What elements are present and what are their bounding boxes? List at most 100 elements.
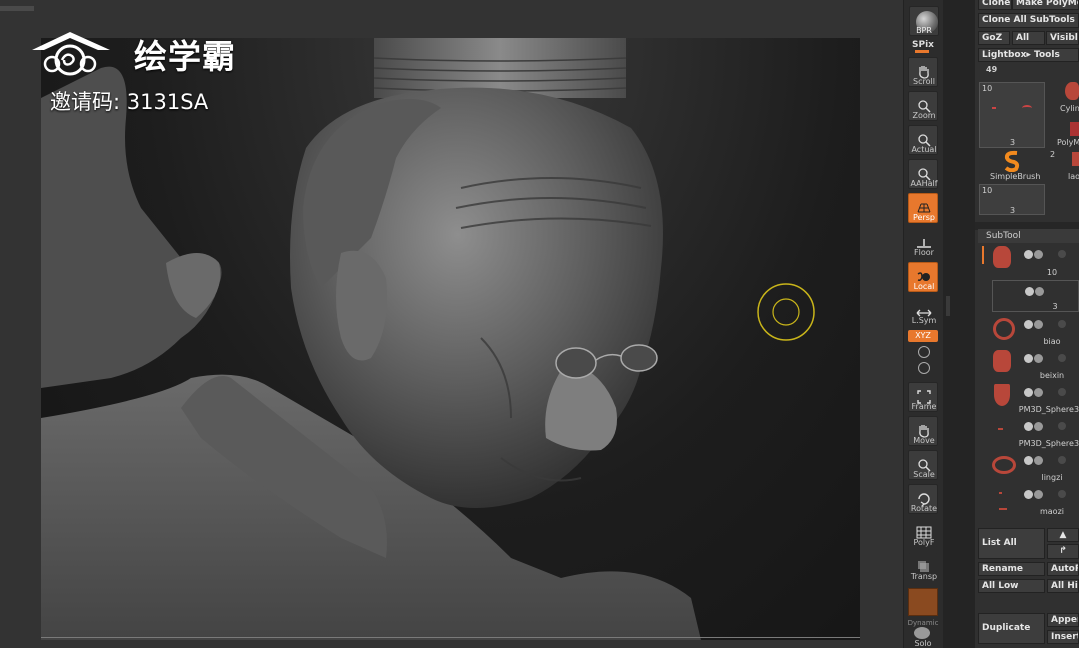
- polypaint-toggle-icon[interactable]: [1034, 388, 1043, 397]
- folder-toggle-icon[interactable]: [1058, 490, 1066, 498]
- folder-toggle-icon[interactable]: [1058, 320, 1066, 328]
- clone-button[interactable]: Clone: [978, 0, 1012, 10]
- polypaint-toggle-icon[interactable]: [1035, 287, 1044, 296]
- visibility-toggle-icon[interactable]: [1024, 490, 1033, 499]
- subtool-name: PM3D_Sphere3D: [1018, 405, 1079, 414]
- subtool-name: biao: [1043, 337, 1061, 346]
- scale-button[interactable]: Scale: [908, 450, 938, 480]
- visibility-toggle-icon[interactable]: [1024, 250, 1033, 259]
- insert-button[interactable]: Insert: [1047, 630, 1079, 644]
- subtool-name: beixin: [1039, 371, 1065, 380]
- subtool-name: PM3D_Sphere3D: [1018, 439, 1079, 448]
- move-label: Move: [913, 436, 935, 445]
- simple-brush-label: SimpleBrush: [990, 172, 1041, 181]
- rotate-y-icon[interactable]: [918, 346, 930, 358]
- rename-button[interactable]: Rename: [978, 562, 1045, 576]
- current-tool-thumbnail[interactable]: 10 3: [979, 82, 1045, 148]
- polypaint-toggle-icon[interactable]: [1034, 320, 1043, 329]
- solo-button[interactable]: [908, 588, 938, 616]
- polypaint-toggle-icon[interactable]: [1034, 354, 1043, 363]
- frame-button[interactable]: Frame: [908, 382, 938, 412]
- move-button[interactable]: Move: [908, 416, 938, 446]
- move-down-button[interactable]: ↱: [1047, 544, 1079, 559]
- subtool-selection-marker: [982, 246, 984, 264]
- goz-button[interactable]: GoZ: [978, 31, 1010, 45]
- canvas-bottom-edge: [41, 637, 860, 638]
- transp-button[interactable]: Transp: [908, 552, 938, 582]
- arrow-up-icon: ▲: [1059, 530, 1067, 540]
- tool-count-2: 2: [1050, 150, 1056, 159]
- scale-label: Scale: [913, 470, 935, 479]
- visibility-toggle-icon[interactable]: [1024, 422, 1033, 431]
- folder-toggle-icon[interactable]: [1058, 388, 1066, 396]
- subtool-name: maozi: [1039, 507, 1064, 516]
- move-up-button[interactable]: ▲: [1047, 528, 1079, 542]
- panel-divider[interactable]: [943, 0, 976, 648]
- polypaint-toggle-icon[interactable]: [1034, 250, 1043, 259]
- subtool-item-maozi[interactable]: maozi: [990, 484, 1079, 518]
- visibility-toggle-icon[interactable]: [1024, 354, 1033, 363]
- solo-label: Solo: [914, 639, 932, 648]
- append-button[interactable]: Append: [1047, 613, 1079, 627]
- make-polymesh-button[interactable]: Make PolyMesh3D: [1012, 0, 1079, 10]
- invite-code: 邀请码: 3131SA: [50, 90, 209, 114]
- subtool-name: lingzi: [1041, 473, 1063, 482]
- rotate-label: Rotate: [910, 504, 938, 513]
- divider-grip-icon[interactable]: [946, 296, 950, 316]
- visibility-toggle-icon[interactable]: [1025, 287, 1034, 296]
- lightbox-tools-button[interactable]: Lightbox▸ Tools: [978, 48, 1079, 62]
- polyf-label: PolyF: [913, 538, 935, 547]
- visibility-toggle-icon[interactable]: [1024, 320, 1033, 329]
- polymesh-tool-icon[interactable]: [1070, 122, 1079, 136]
- polyf-button[interactable]: PolyF: [908, 518, 938, 548]
- top-scroll-strip[interactable]: [0, 6, 34, 11]
- subtool-header[interactable]: SubTool: [978, 229, 1079, 243]
- rotate-button[interactable]: Rotate: [908, 484, 938, 514]
- autoreorder-button[interactable]: AutoReorder: [1047, 562, 1079, 576]
- toolbar-buttons-lower: Frame Move Scale Rotate PolyF Transp: [903, 0, 943, 648]
- solo-icon: [914, 627, 930, 639]
- folder-toggle-icon[interactable]: [1058, 422, 1066, 430]
- polypaint-toggle-icon[interactable]: [1034, 490, 1043, 499]
- cylinder-tool-icon[interactable]: [1065, 82, 1079, 100]
- folder-toggle-icon[interactable]: [1058, 354, 1066, 362]
- goz-visible-button[interactable]: Visible: [1046, 31, 1079, 45]
- all-low-button[interactable]: All Low: [978, 579, 1045, 593]
- simple-brush-icon[interactable]: [1002, 150, 1022, 172]
- vest-mesh-icon: [990, 350, 1016, 372]
- sculpt-canvas[interactable]: [41, 38, 860, 640]
- subtool-count-label: 3: [1052, 302, 1058, 311]
- laoren-tool-icon[interactable]: [1072, 152, 1079, 166]
- visibility-toggle-icon[interactable]: [1024, 388, 1033, 397]
- subtool-item-biao[interactable]: biao: [990, 314, 1079, 348]
- subtool-item-pm3d-2[interactable]: PM3D_Sphere3D: [990, 416, 1079, 450]
- list-all-button[interactable]: List All: [978, 528, 1045, 559]
- duplicate-button[interactable]: Duplicate: [978, 613, 1045, 644]
- goz-all-button[interactable]: All: [1012, 31, 1045, 45]
- folder-toggle-icon[interactable]: [1058, 456, 1066, 464]
- thumb-count-1: 10: [982, 84, 993, 93]
- brand-name: 绘学霸: [134, 37, 236, 76]
- polypaint-toggle-icon[interactable]: [1034, 456, 1043, 465]
- tool-count: 49: [986, 65, 998, 74]
- polymesh-label: PolyMesh3D: [1057, 138, 1079, 147]
- mesh-fragment-icon-2: [1022, 105, 1032, 111]
- dynamic-label: Dynamic: [907, 619, 939, 627]
- subtool-item-lingzi[interactable]: lingzi: [990, 450, 1079, 484]
- folder-toggle-icon[interactable]: [1058, 250, 1066, 258]
- polypaint-toggle-icon[interactable]: [1034, 422, 1043, 431]
- tool-thumbnail-2[interactable]: 10 3: [979, 184, 1045, 215]
- subtool-item-2[interactable]: 3: [992, 280, 1079, 312]
- visibility-toggle-icon[interactable]: [1024, 456, 1033, 465]
- cylinder-label: Cylinder3D: [1060, 104, 1079, 113]
- laoren-label: lao: [1068, 172, 1079, 181]
- subtool-item-beixin[interactable]: beixin: [990, 348, 1079, 382]
- subtool-item-pm3d-1[interactable]: PM3D_Sphere3D: [990, 382, 1079, 416]
- clone-all-subtools-button[interactable]: Clone All SubTools: [978, 13, 1079, 28]
- subtool-item-1[interactable]: 10: [990, 244, 1079, 278]
- head-mesh-icon: [990, 246, 1016, 268]
- rotate-z-icon[interactable]: [918, 362, 930, 374]
- all-high-button[interactable]: All High: [1047, 579, 1079, 593]
- ring-mesh-icon: [990, 316, 1016, 340]
- cloth-mesh-icon: [990, 384, 1016, 406]
